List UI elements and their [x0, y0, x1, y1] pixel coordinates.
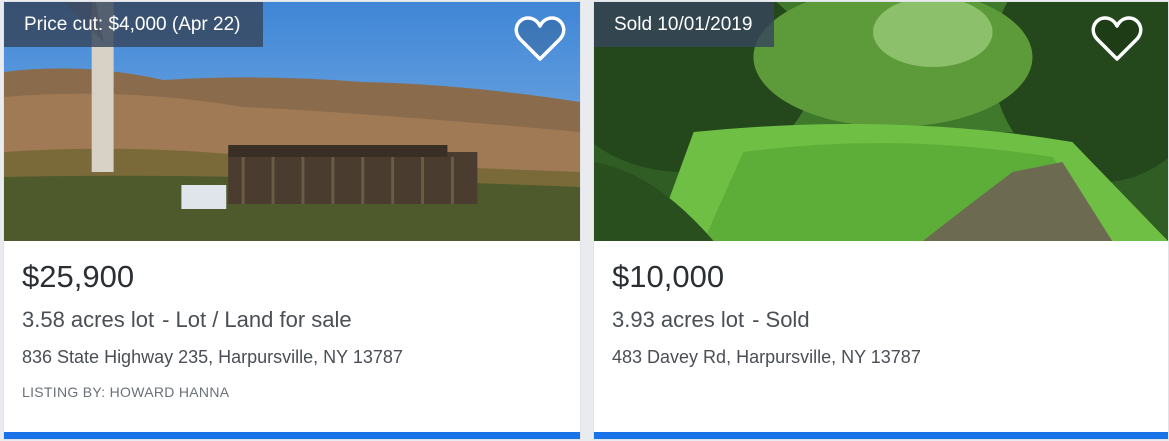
heart-outline-icon[interactable] — [1091, 15, 1143, 63]
property-photo[interactable]: Sold 10/01/2019 — [594, 2, 1168, 241]
card-accent-bar — [4, 432, 580, 439]
listing-price: $25,900 — [22, 259, 135, 294]
card-accent-bar — [594, 432, 1168, 439]
listing-card[interactable]: Sold 10/01/2019 $10,000 3.93 acres lot - … — [593, 1, 1169, 440]
property-photo[interactable]: Price cut: $4,000 (Apr 22) — [4, 2, 580, 241]
heart-outline-icon[interactable] — [514, 15, 566, 63]
lot-size: 3.93 acres lot — [612, 307, 745, 332]
listing-broker: LISTING BY: HOWARD HANNA — [22, 384, 230, 400]
listing-card[interactable]: Price cut: $4,000 (Apr 22) $25,900 3.58 … — [3, 1, 581, 440]
lot-size: 3.58 acres lot — [22, 307, 155, 332]
listing-address[interactable]: 836 State Highway 235, Harpursville, NY … — [22, 347, 403, 368]
sold-badge: Sold 10/01/2019 — [594, 2, 775, 47]
listing-description: 3.58 acres lot - Lot / Land for sale — [22, 307, 352, 333]
listing-price: $10,000 — [612, 259, 725, 294]
listing-status: - Sold — [752, 307, 810, 332]
listing-status: - Lot / Land for sale — [162, 307, 352, 332]
listing-description: 3.93 acres lot - Sold — [612, 307, 810, 333]
price-cut-badge: Price cut: $4,000 (Apr 22) — [4, 2, 263, 47]
listing-address[interactable]: 483 Davey Rd, Harpursville, NY 13787 — [612, 347, 921, 368]
